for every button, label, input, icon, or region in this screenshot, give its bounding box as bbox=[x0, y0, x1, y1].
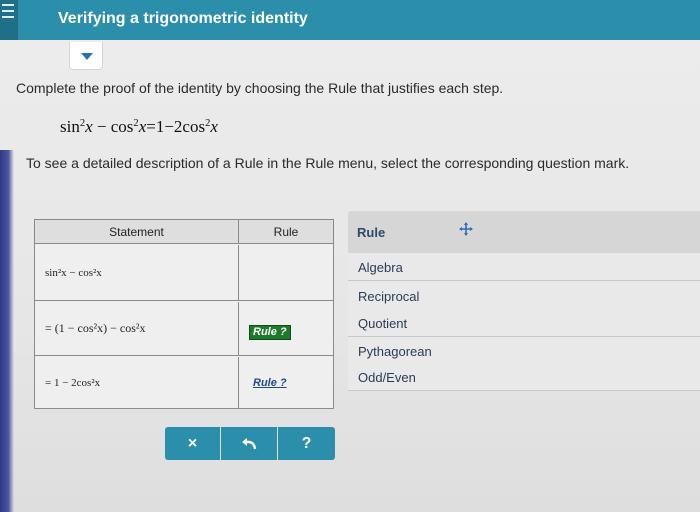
rule-drop-target[interactable] bbox=[239, 245, 333, 300]
rule-item-label: Odd/Even bbox=[358, 370, 416, 385]
clear-button[interactable]: × bbox=[165, 427, 220, 460]
statement-expression: = 1 − 2cos²x bbox=[45, 377, 101, 389]
rule-item-label: Pythagorean bbox=[358, 344, 432, 359]
hint-text: To see a detailed description of a Rule … bbox=[26, 155, 630, 171]
proof-row: = (1 − cos²x) − cos²x Rule ? bbox=[35, 302, 333, 356]
statement-cell: = (1 − cos²x) − cos²x bbox=[35, 302, 239, 355]
move-icon[interactable] bbox=[459, 222, 473, 236]
rule-item-odd-even[interactable]: Odd/Even bbox=[348, 363, 700, 391]
rule-item-label: Reciprocal bbox=[358, 289, 420, 304]
top-bar: Verifying a trigonometric identity bbox=[0, 0, 700, 40]
rule-item-quotient[interactable]: Quotient bbox=[348, 309, 700, 337]
proof-row: = 1 − 2cos²x Rule ? bbox=[35, 357, 333, 409]
hamburger-menu-icon[interactable] bbox=[0, 0, 18, 40]
rule-item-pythagorean[interactable]: Pythagorean bbox=[348, 337, 700, 365]
rule-selector-button[interactable]: Rule ? bbox=[249, 325, 291, 340]
rule-item-label: Quotient bbox=[358, 316, 408, 331]
rule-menu-header[interactable]: Rule bbox=[348, 211, 700, 253]
statement-header: Statement bbox=[35, 220, 239, 244]
left-edge bbox=[0, 150, 14, 512]
proof-row: sin²x − cos²x bbox=[35, 245, 333, 301]
undo-button[interactable] bbox=[221, 427, 277, 460]
identity-equation: sin2x − cos2x=1−2cos2x bbox=[60, 117, 218, 136]
rule-header: Rule bbox=[239, 220, 333, 244]
statement-expression: sin²x − cos²x bbox=[45, 267, 102, 279]
statement-cell: sin²x − cos²x bbox=[35, 245, 239, 300]
statement-expression: = (1 − cos²x) − cos²x bbox=[45, 321, 146, 335]
rule-item-reciprocal[interactable]: Reciprocal bbox=[348, 282, 700, 310]
action-buttons: × ? bbox=[165, 427, 335, 460]
rule-drop-target[interactable]: Rule ? bbox=[239, 302, 333, 355]
help-button[interactable]: ? bbox=[278, 427, 335, 460]
rule-drop-target[interactable]: Rule ? bbox=[239, 357, 333, 409]
collapse-toggle-button[interactable] bbox=[69, 42, 103, 70]
page-title: Verifying a trigonometric identity bbox=[58, 10, 308, 27]
instruction-text: Complete the proof of the identity by ch… bbox=[16, 80, 504, 96]
rule-selector-link[interactable]: Rule ? bbox=[253, 377, 287, 389]
rule-item-algebra[interactable]: Algebra bbox=[348, 253, 700, 281]
statement-cell: = 1 − 2cos²x bbox=[35, 357, 239, 409]
undo-icon bbox=[242, 438, 257, 450]
rule-menu-title: Rule bbox=[357, 225, 386, 240]
rule-item-label: Algebra bbox=[358, 260, 403, 275]
proof-table: Statement Rule sin²x − cos²x = (1 − cos²… bbox=[34, 219, 334, 409]
rule-menu: Rule Algebra Reciprocal Quotient Pythago… bbox=[348, 211, 700, 391]
